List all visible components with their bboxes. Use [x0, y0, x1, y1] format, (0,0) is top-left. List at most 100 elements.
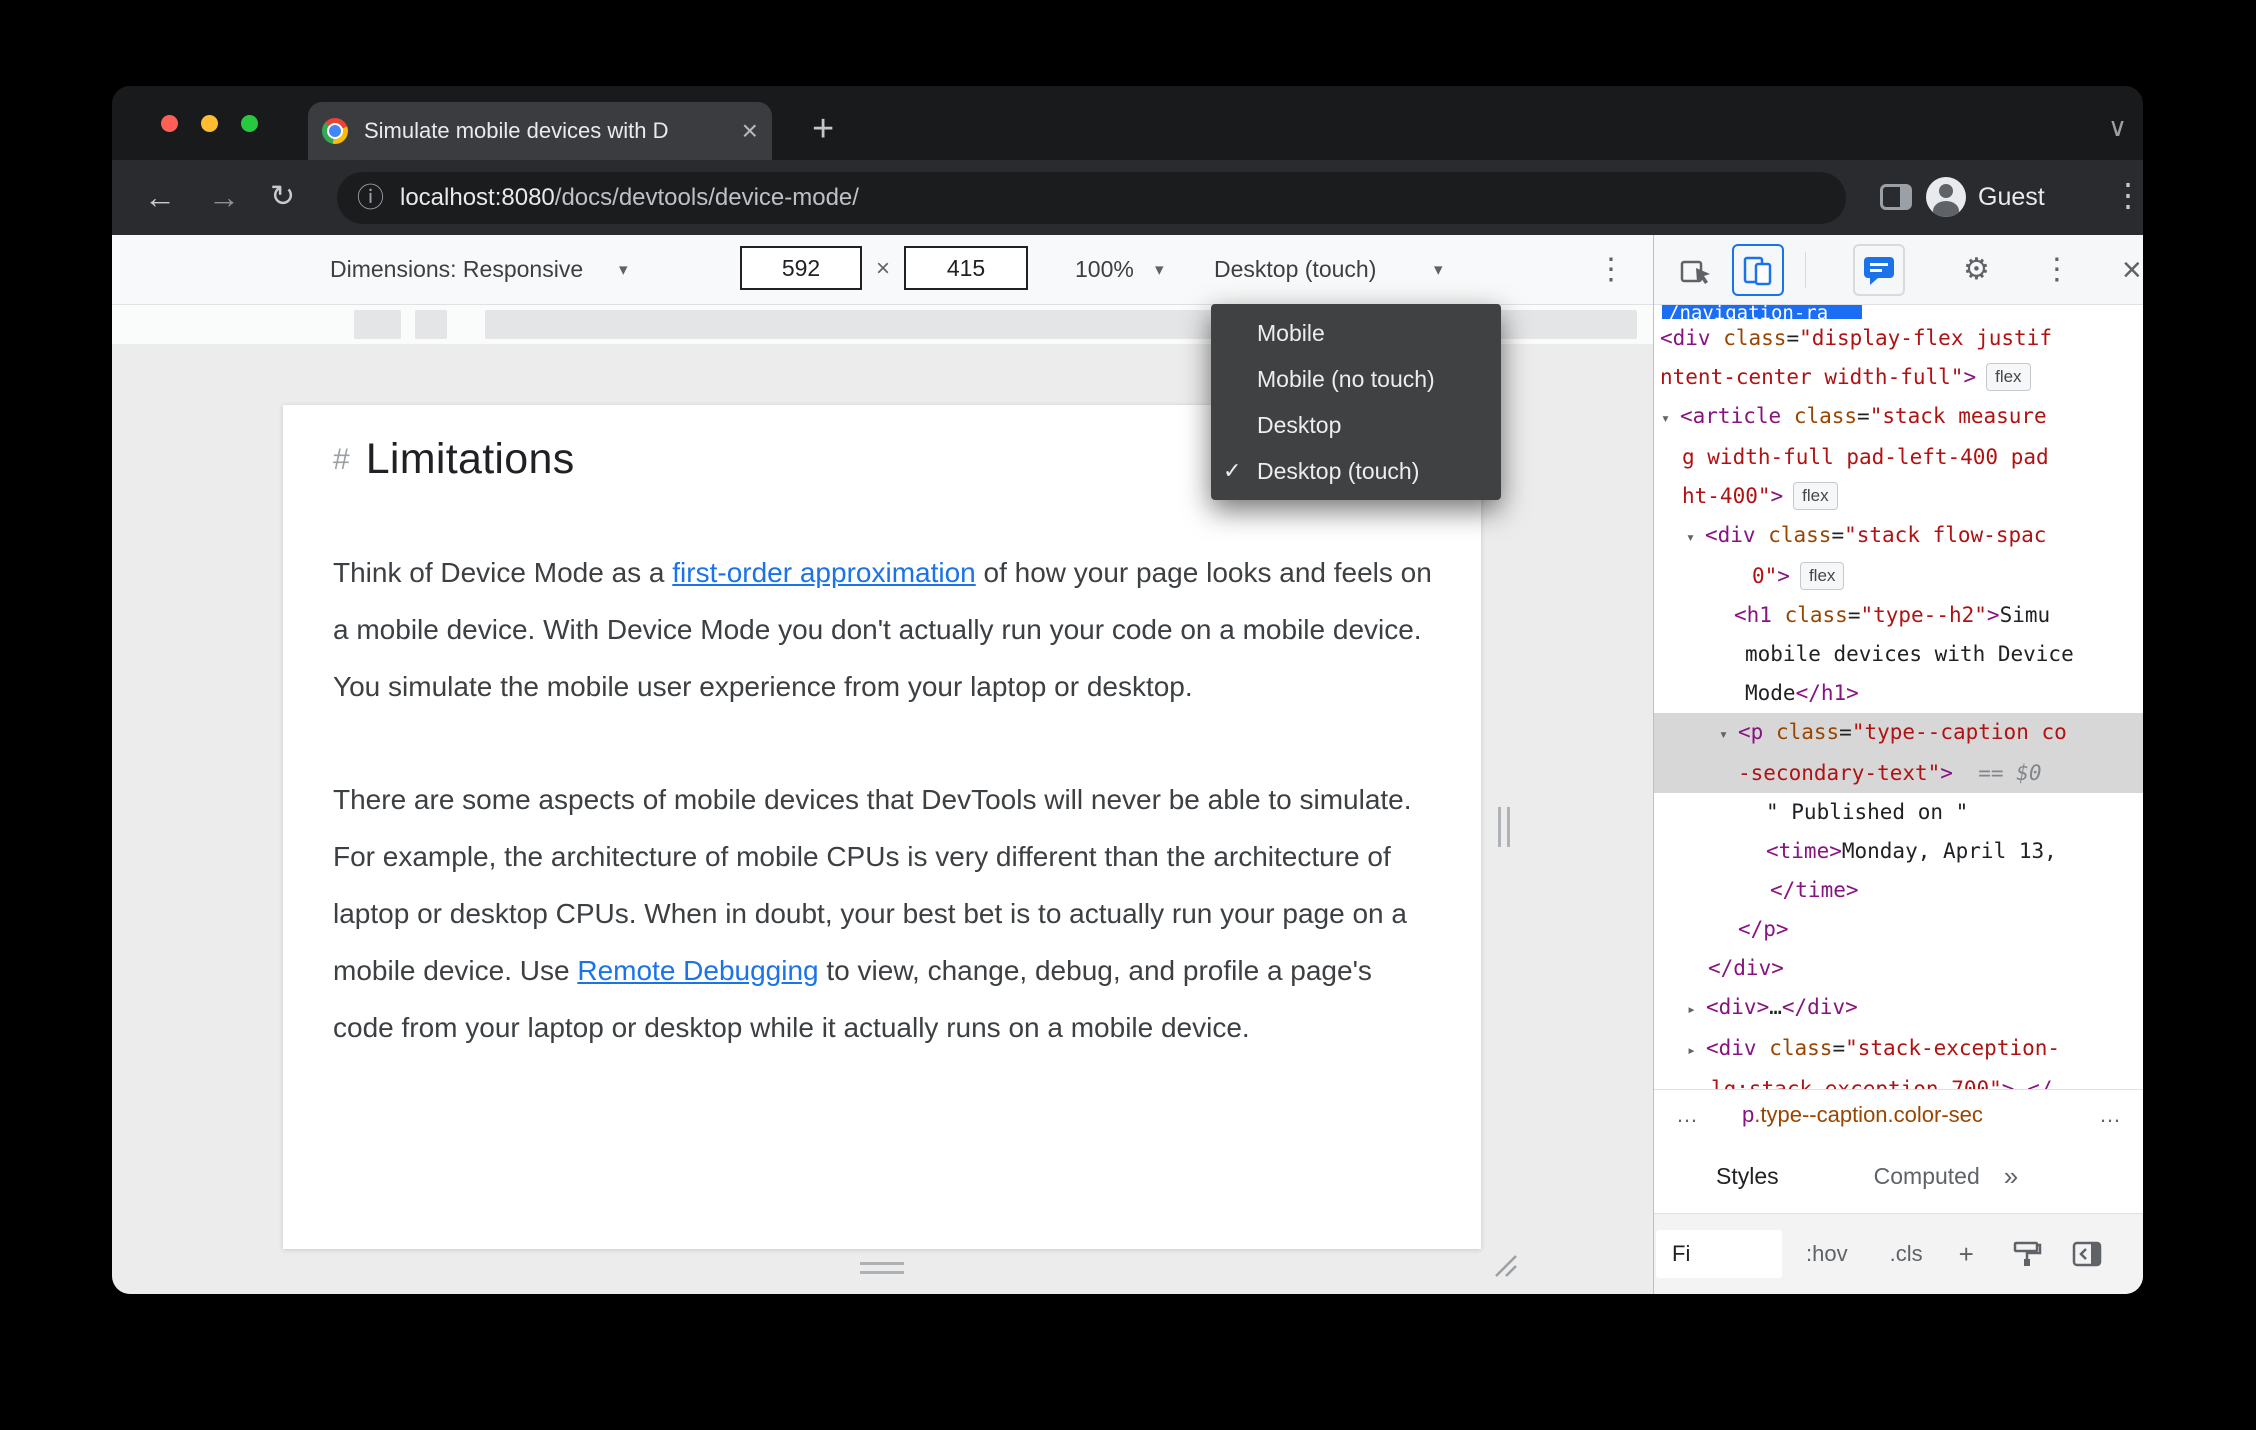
breadcrumb-overflow-right[interactable]: …: [2099, 1102, 2121, 1128]
device-toolbar-toggle-icon[interactable]: [1732, 243, 1784, 296]
dom-node-line[interactable]: </p>: [1654, 910, 2143, 949]
dom-node-line[interactable]: /navigation-ra: [1654, 305, 2143, 319]
twisty-collapsed-icon[interactable]: ▸: [1687, 990, 1706, 1029]
twisty-expanded-icon[interactable]: ▾: [1661, 399, 1680, 438]
device-type-option[interactable]: Desktop: [1211, 402, 1501, 448]
device-toolbar-menu-icon[interactable]: ⋮: [1596, 252, 1626, 287]
twisty-expanded-icon[interactable]: ▾: [1686, 518, 1705, 557]
page-title: Limitations: [365, 435, 575, 483]
viewport-height-input[interactable]: 415: [904, 246, 1028, 290]
dom-node-line[interactable]: <time>Monday, April 13,: [1654, 832, 2143, 871]
window-close-button[interactable]: [161, 115, 178, 132]
flex-badge[interactable]: flex: [1799, 562, 1845, 590]
sidebar-tabs: Styles Computed »: [1654, 1140, 2143, 1214]
code-token: …: [1769, 995, 1782, 1019]
profile-avatar[interactable]: [1926, 177, 1966, 217]
viewport-resize-handle-bottom[interactable]: [860, 1262, 904, 1274]
zoom-caret-icon[interactable]: ▾: [1155, 260, 1164, 280]
code-token: =: [1786, 326, 1800, 350]
tab-styles[interactable]: Styles: [1716, 1163, 1779, 1190]
device-type-caret-icon[interactable]: ▾: [1434, 260, 1443, 280]
viewport-resize-handle-corner[interactable]: [1492, 1252, 1518, 1283]
dom-breadcrumbs: … p.type--caption.color-sec …: [1654, 1089, 2143, 1140]
devtools-panel: ⚙ ⋮ × /navigation-ra <div class="display-…: [1653, 235, 2143, 1294]
more-tabs-icon[interactable]: »: [2004, 1161, 2018, 1192]
code-token: "type--caption co: [1851, 720, 2067, 744]
code-token: <div: [1705, 523, 1756, 547]
dom-node-line[interactable]: g width-full pad-left-400 pad: [1654, 438, 2143, 477]
dom-node-line[interactable]: </time>: [1654, 871, 2143, 910]
code-token: class: [1784, 603, 1848, 627]
code-token: mobile devices with Device: [1745, 642, 2074, 666]
reload-button[interactable]: ↻: [270, 178, 295, 216]
flex-badge[interactable]: flex: [1986, 363, 2031, 391]
code-token: <h1: [1734, 603, 1772, 627]
dom-node-line[interactable]: lg:stack-exception-700"> </: [1654, 1070, 2143, 1089]
dimensions-caret-icon[interactable]: ▾: [619, 260, 628, 280]
flex-badge[interactable]: flex: [1793, 482, 1838, 510]
side-panel-icon[interactable]: [1880, 184, 1912, 210]
dom-node-line[interactable]: </div>: [1654, 949, 2143, 988]
styles-filter-input[interactable]: Fi: [1656, 1230, 1782, 1278]
paint-format-icon[interactable]: [2012, 1239, 2042, 1269]
code-token: " Published on ": [1766, 800, 1969, 824]
browser-tab[interactable]: Simulate mobile devices with D ×: [308, 102, 772, 160]
chrome-favicon-icon: [322, 118, 348, 144]
paragraph-text: Think of Device Mode as a: [333, 557, 673, 588]
device-type-select[interactable]: Desktop (touch): [1214, 256, 1376, 283]
code-token: class: [1793, 404, 1858, 428]
toggle-class-button[interactable]: .cls: [1890, 1241, 1923, 1267]
dom-node-line[interactable]: ht-400"> flex: [1654, 477, 2143, 516]
dom-node-line[interactable]: Mode</h1>: [1654, 674, 2143, 713]
dom-node-line[interactable]: " Published on ": [1654, 793, 2143, 832]
dom-node-line[interactable]: ▾ <article class="stack measure: [1654, 397, 2143, 438]
dom-node-line[interactable]: <div class="display-flex justif: [1654, 319, 2143, 358]
dom-node-line[interactable]: ▾ <div class="stack flow-spac: [1654, 516, 2143, 557]
dom-node-line[interactable]: ntent-center width-full"> flex: [1654, 358, 2143, 397]
window-minimize-button[interactable]: [201, 115, 218, 132]
browser-menu-icon[interactable]: ⋮: [2112, 176, 2143, 214]
dom-node-line[interactable]: <h1 class="type--h2">Simu: [1654, 596, 2143, 635]
dom-node-line[interactable]: mobile devices with Device: [1654, 635, 2143, 674]
dimensions-select[interactable]: Dimensions: Responsive: [330, 256, 583, 283]
address-toolbar: ← → ↻ ⓘ localhost:8080 /docs/devtools/de…: [112, 160, 2143, 235]
heading-anchor-hash[interactable]: #: [333, 443, 350, 477]
device-type-option[interactable]: ✓ Desktop (touch): [1211, 448, 1501, 494]
dom-node-line[interactable]: ▸ <div>…</div>: [1654, 988, 2143, 1029]
code-token: =: [1857, 404, 1870, 428]
breadcrumb-item[interactable]: p.type--caption.color-sec: [1742, 1102, 1983, 1128]
zoom-select[interactable]: 100%: [1075, 256, 1134, 283]
twisty-collapsed-icon[interactable]: ▸: [1687, 1031, 1706, 1070]
dom-node-line[interactable]: 0"> flex: [1654, 557, 2143, 596]
dom-node-line[interactable]: -secondary-text"> == $0: [1654, 754, 2143, 793]
window-zoom-button[interactable]: [241, 115, 258, 132]
code-token: >: [1770, 484, 1784, 508]
tab-computed[interactable]: Computed: [1874, 1163, 1980, 1190]
tab-close-icon[interactable]: ×: [742, 117, 758, 145]
inspect-element-icon[interactable]: [1679, 253, 1713, 287]
devtools-close-icon[interactable]: ×: [2122, 253, 2142, 287]
breadcrumb-overflow-left[interactable]: …: [1676, 1102, 1698, 1128]
new-tab-button[interactable]: +: [812, 110, 834, 148]
back-button[interactable]: ←: [144, 178, 176, 216]
settings-gear-icon[interactable]: ⚙: [1963, 252, 1990, 287]
device-type-option[interactable]: Mobile: [1211, 310, 1501, 356]
viewport-width-input[interactable]: 592: [740, 246, 862, 290]
devtools-menu-icon[interactable]: ⋮: [2042, 252, 2072, 287]
dom-node-line[interactable]: ▾ <p class="type--caption co: [1654, 713, 2143, 754]
new-style-rule-button[interactable]: +: [1959, 1239, 1974, 1270]
inline-link[interactable]: Remote Debugging: [577, 955, 818, 986]
site-info-icon[interactable]: ⓘ: [357, 184, 384, 212]
viewport-resize-handle-right[interactable]: [1498, 807, 1510, 847]
tab-search-chevron-icon[interactable]: ∨: [2108, 112, 2127, 143]
device-type-option[interactable]: Mobile (no touch): [1211, 356, 1501, 402]
address-bar[interactable]: ⓘ localhost:8080 /docs/devtools/device-m…: [337, 172, 1846, 224]
twisty-expanded-icon[interactable]: ▾: [1719, 715, 1738, 754]
toggle-hover-state-button[interactable]: :hov: [1806, 1241, 1848, 1267]
forward-button[interactable]: →: [208, 178, 240, 216]
dom-node-line[interactable]: ▸ <div class="stack-exception-: [1654, 1029, 2143, 1070]
show-sidebar-icon[interactable]: [2072, 1241, 2102, 1267]
inline-link[interactable]: first-order approximation: [672, 557, 975, 588]
console-messages-icon[interactable]: [1853, 243, 1905, 296]
